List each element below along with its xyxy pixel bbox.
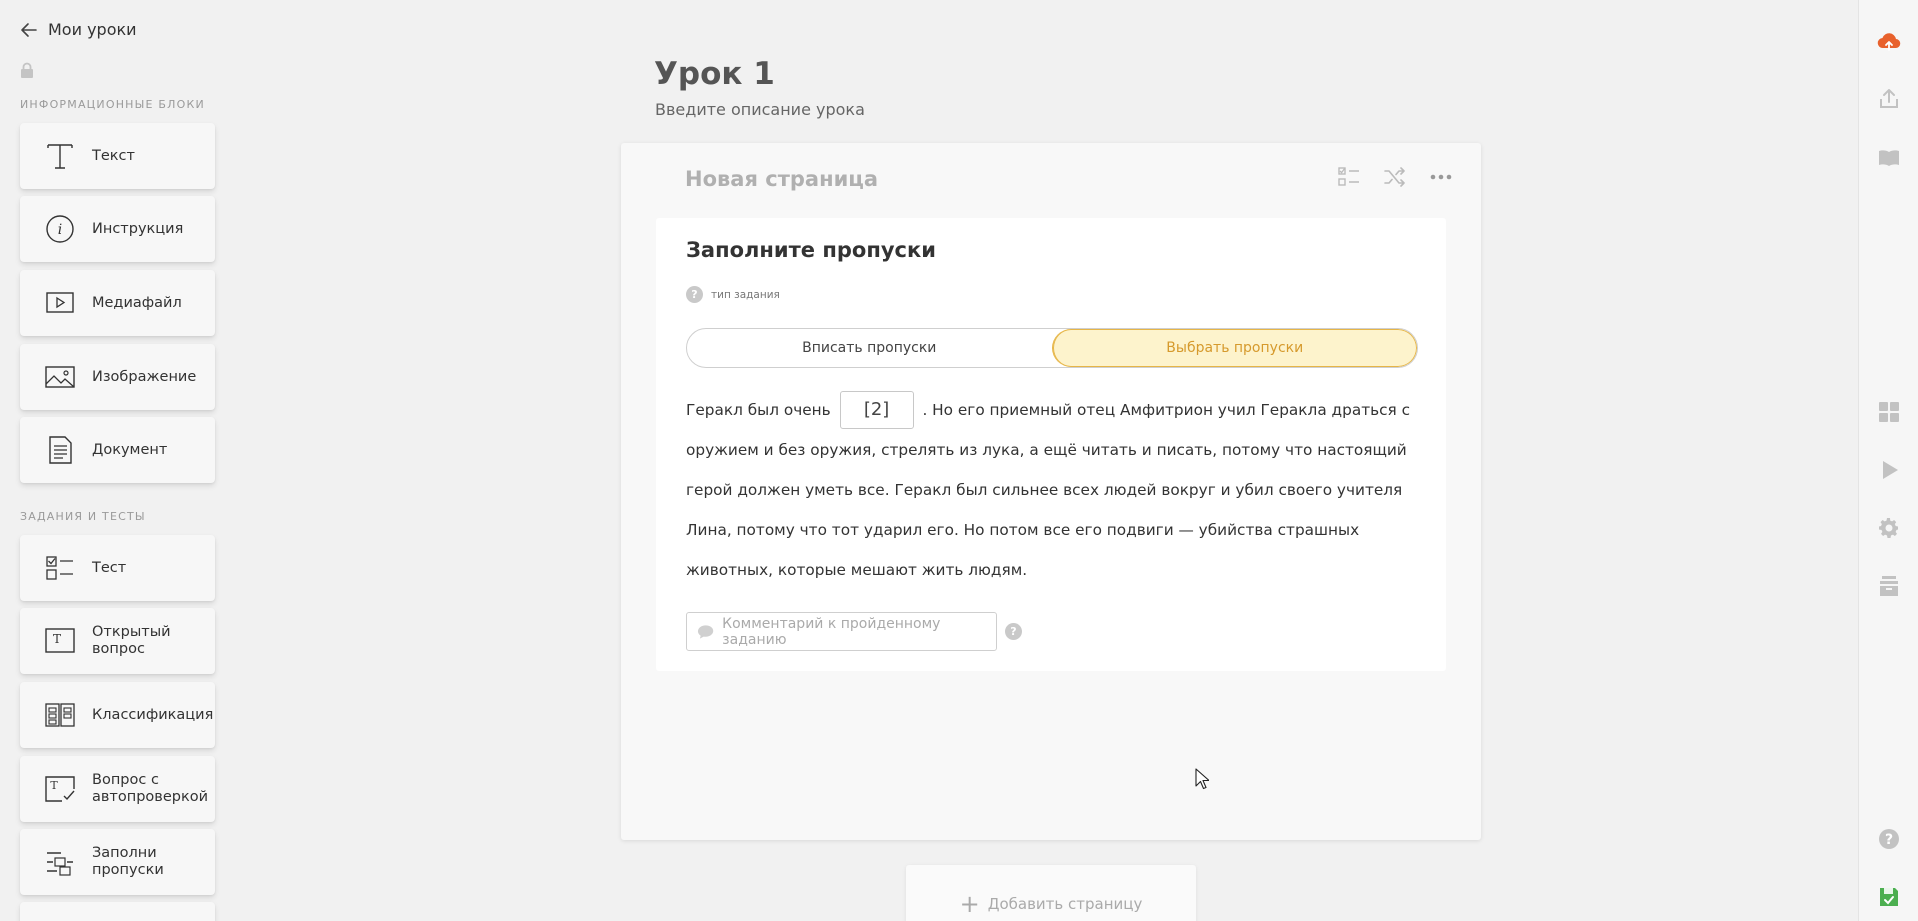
back-link-label: Мои уроки (48, 20, 137, 39)
open-question-icon: T (44, 625, 76, 657)
play-icon[interactable] (1877, 458, 1901, 482)
book-icon[interactable] (1877, 146, 1901, 170)
block-open-question[interactable]: T Открытый вопрос (20, 608, 215, 674)
block-label: Изображение (92, 368, 197, 385)
text-after-gap: . Но его приемный отец Амфитрион учил Ге… (686, 401, 1411, 579)
back-to-lessons-link[interactable]: Мои уроки (20, 20, 137, 39)
fill-gaps-icon (44, 846, 76, 878)
task-type: ? тип задания (686, 286, 780, 303)
comment-placeholder: Комментарий к пройденному заданию (722, 615, 941, 648)
arrow-left-icon (21, 22, 37, 37)
help-icon[interactable]: ? (1005, 623, 1022, 640)
mode-choose-gaps[interactable]: Выбрать пропуски (1051, 329, 1417, 367)
block-classification[interactable]: Классификация (20, 682, 215, 748)
right-rail: ? (1858, 0, 1918, 921)
checklist-icon (44, 552, 76, 584)
comment-input[interactable]: Комментарий к пройденному заданию (686, 612, 997, 651)
mode-type-gaps[interactable]: Вписать пропуски (687, 329, 1052, 367)
task-type-label: тип задания (711, 288, 780, 301)
block-text[interactable]: Текст (20, 123, 215, 189)
text-icon (44, 140, 76, 172)
svg-text:?: ? (1885, 832, 1893, 848)
lesson-description-input[interactable]: Введите описание урока (655, 100, 865, 119)
grid-icon[interactable] (1877, 400, 1901, 424)
section-title-tasks: ЗАДАНИЯ И ТЕСТЫ (20, 510, 146, 523)
shuffle-icon[interactable] (1383, 165, 1407, 189)
lesson-title[interactable]: Урок 1 (654, 56, 775, 92)
block-image[interactable]: Изображение (20, 344, 215, 410)
section-title-info: ИНФОРМАЦИОННЫЕ БЛОКИ (20, 98, 205, 111)
speech-bubble-icon (697, 624, 714, 639)
block-label: Медиафайл (92, 294, 182, 311)
comment-area: Комментарий к пройденному заданию ? (686, 612, 1022, 651)
checklist-icon[interactable] (1337, 165, 1361, 189)
text-before-gap: Геракл был очень (686, 401, 831, 419)
lock-icon[interactable] (20, 62, 34, 78)
media-play-icon (44, 287, 76, 319)
block-more[interactable] (20, 902, 215, 921)
mode-toggle: Вписать пропуски Выбрать пропуски (686, 328, 1418, 368)
plus-icon: + (959, 890, 980, 918)
block-label: Вопрос с автопроверкой (92, 772, 209, 805)
info-icon: i (44, 213, 76, 245)
add-page-button[interactable]: + Добавить страницу (906, 865, 1196, 921)
gap-2[interactable]: [2] (839, 390, 914, 429)
svg-text:i: i (58, 222, 62, 238)
svg-text:T: T (53, 632, 61, 646)
task-text[interactable]: Геракл был очень [2] . Но его приемный о… (686, 390, 1421, 590)
block-label: Заполни пропуски (92, 845, 164, 878)
block-label: Классификация (92, 706, 214, 723)
block-fill-gaps[interactable]: Заполни пропуски (20, 829, 215, 895)
help-icon[interactable]: ? (686, 286, 703, 303)
help-icon[interactable]: ? (1877, 827, 1901, 851)
block-document[interactable]: Документ (20, 417, 215, 483)
block-label: Тест (92, 559, 127, 576)
share-icon[interactable] (1877, 87, 1901, 111)
page-toolbar (1337, 165, 1453, 189)
archive-icon[interactable] (1877, 574, 1901, 598)
block-label: Инструкция (92, 220, 184, 237)
block-label: Документ (92, 441, 168, 458)
block-media[interactable]: Медиафайл (20, 270, 215, 336)
block-label: Открытый вопрос (92, 624, 171, 657)
mouse-cursor-icon (1195, 768, 1209, 790)
classification-icon (44, 699, 76, 731)
add-page-label: Добавить страницу (987, 895, 1143, 913)
image-icon (44, 361, 76, 393)
block-label: Текст (92, 147, 135, 164)
svg-text:T: T (50, 779, 58, 792)
block-autocheck-question[interactable]: T Вопрос с автопроверкой (20, 756, 215, 822)
sidebar: Мои уроки ИНФОРМАЦИОННЫЕ БЛОКИ Текст i И… (0, 0, 230, 921)
page-title[interactable]: Новая страница (685, 167, 878, 191)
more-icon[interactable] (1429, 165, 1453, 189)
autocheck-icon: T (44, 773, 76, 805)
document-icon (44, 434, 76, 466)
settings-icon[interactable] (1877, 516, 1901, 540)
task-title[interactable]: Заполните пропуски (686, 238, 936, 262)
page-card: Новая страница Заполните пропуски ? тип … (621, 143, 1481, 840)
block-instruction[interactable]: i Инструкция (20, 196, 215, 262)
block-test[interactable]: Тест (20, 535, 215, 601)
cloud-upload-icon[interactable] (1877, 30, 1901, 54)
save-icon[interactable] (1877, 885, 1901, 909)
task-card: Заполните пропуски ? тип задания Вписать… (656, 218, 1446, 671)
